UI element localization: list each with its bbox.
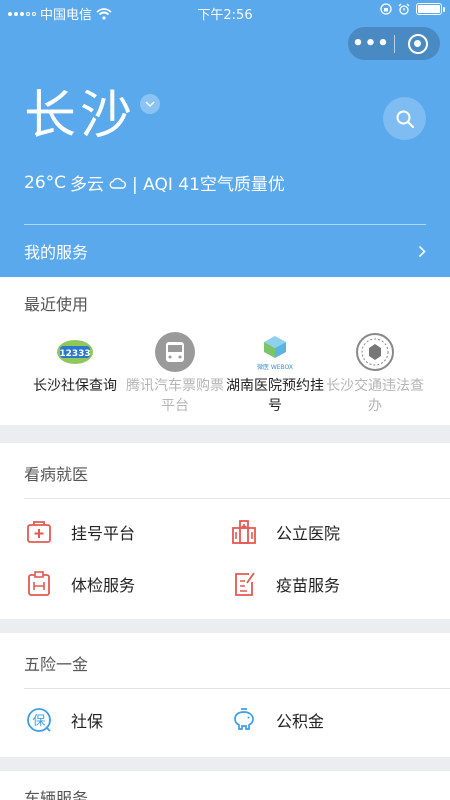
service-registration[interactable]: 挂号平台 xyxy=(25,518,135,546)
svg-text:12333: 12333 xyxy=(59,349,90,359)
medical-divider xyxy=(24,498,450,499)
service-label: 挂号平台 xyxy=(71,524,136,543)
my-services-label: 我的服务 xyxy=(24,243,89,262)
battery-icon xyxy=(416,3,445,15)
chevron-right-icon xyxy=(418,245,426,257)
header: 中国电信 下午2:56 ••• 长沙 26°C 多云 | AQI 41空气质量优… xyxy=(0,0,450,277)
service-vaccine[interactable]: 疫苗服务 xyxy=(230,570,340,598)
cloud-icon xyxy=(109,177,127,189)
weather-condition: 多云 xyxy=(70,175,105,195)
bus-icon xyxy=(155,332,195,372)
recent-item-bus-ticket[interactable]: 腾讯汽车票购票平台 xyxy=(125,332,225,416)
status-bar: 中国电信 下午2:56 xyxy=(0,0,450,24)
service-public-hospital[interactable]: 公立医院 xyxy=(230,518,340,546)
svg-text:保: 保 xyxy=(32,714,45,729)
recent-item-label: 长沙社保查询 xyxy=(33,378,117,394)
insurance-title: 五险一金 xyxy=(24,655,89,674)
vehicle-section: 车辆服务 xyxy=(0,771,450,800)
service-label: 社保 xyxy=(71,712,104,731)
service-label: 公立医院 xyxy=(276,524,341,543)
hospital-bag-icon xyxy=(27,521,51,543)
lock-rotation-icon xyxy=(380,3,392,15)
chevron-down-icon xyxy=(145,101,155,107)
more-menu-button[interactable]: ••• xyxy=(348,27,394,60)
medical-title: 看病就医 xyxy=(24,465,89,484)
status-right xyxy=(380,3,445,15)
insurance-divider xyxy=(24,688,450,689)
my-services-row[interactable]: 我的服务 xyxy=(0,225,450,277)
temperature: 26°C xyxy=(24,172,67,193)
service-checkup[interactable]: 体检服务 xyxy=(25,570,135,598)
piggy-bank-icon xyxy=(234,708,254,730)
police-badge-icon xyxy=(355,332,395,372)
vaccine-form-icon xyxy=(235,572,255,596)
hospital-building-icon xyxy=(232,520,256,544)
search-button[interactable] xyxy=(383,97,426,140)
close-miniprogram-button[interactable] xyxy=(395,33,440,54)
service-label: 公积金 xyxy=(276,712,325,731)
service-label: 体检服务 xyxy=(71,576,136,595)
social-security-icon: 保 xyxy=(27,708,51,732)
clipboard-health-icon xyxy=(28,571,50,596)
webox-icon: 微医 WEBOX xyxy=(255,332,295,372)
service-social-security[interactable]: 保 社保 xyxy=(25,706,103,734)
recent-item-social-security[interactable]: 12333 长沙社保查询 xyxy=(25,332,125,396)
recent-item-label: 腾讯汽车票购票平台 xyxy=(126,378,224,414)
city-dropdown-button[interactable] xyxy=(140,94,160,114)
recent-item-hospital-booking[interactable]: 微医 WEBOX 湖南医院预约挂号 xyxy=(225,332,325,416)
target-icon xyxy=(407,33,428,54)
recent-item-label: 湖南医院预约挂号 xyxy=(226,378,324,414)
miniprogram-capsule: ••• xyxy=(348,27,440,60)
service-housing-fund[interactable]: 公积金 xyxy=(230,706,324,734)
recent-item-label: 长沙交通违法查办 xyxy=(326,378,424,414)
search-icon xyxy=(396,110,414,128)
aqi-info: | AQI 41空气质量优 xyxy=(132,175,285,195)
svg-text:微医 WEBOX: 微医 WEBOX xyxy=(257,363,293,371)
social-security-12333-icon: 12333 xyxy=(55,332,95,372)
recent-item-traffic-violation[interactable]: 长沙交通违法查办 xyxy=(325,332,425,416)
vehicle-title: 车辆服务 xyxy=(24,789,89,800)
city-name[interactable]: 长沙 xyxy=(24,84,136,148)
alarm-icon xyxy=(398,3,410,15)
recent-title: 最近使用 xyxy=(24,295,89,314)
insurance-section: 五险一金 xyxy=(0,633,450,757)
service-label: 疫苗服务 xyxy=(276,576,341,595)
weather-info: 26°C 多云 | AQI 41空气质量优 xyxy=(24,170,285,196)
